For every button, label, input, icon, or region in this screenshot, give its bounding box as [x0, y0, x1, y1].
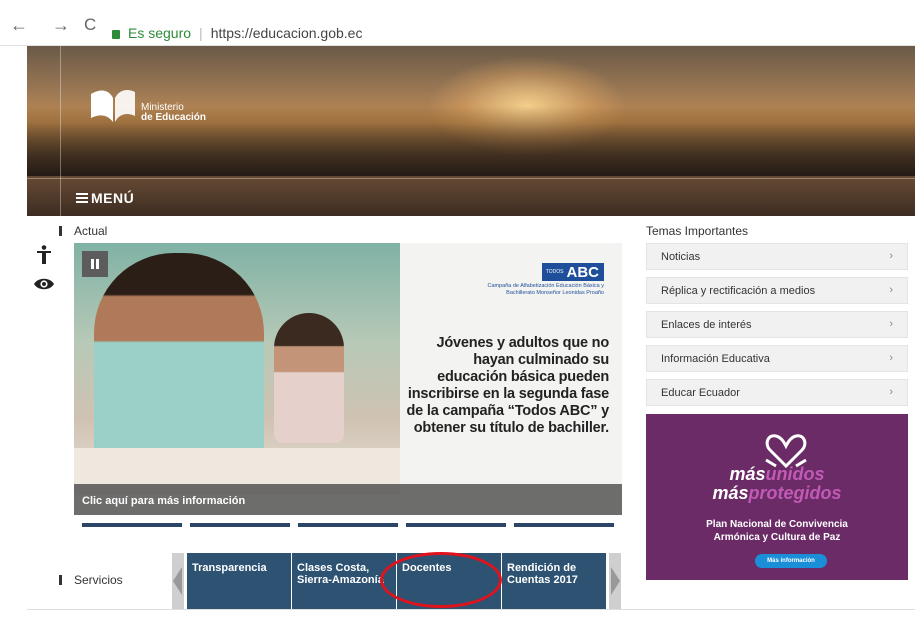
section-title-actual: Actual [74, 224, 108, 238]
abc-badge: TODOS ABC [542, 263, 604, 281]
service-tile-rendicion[interactable]: Rendición de Cuentas 2017 [502, 553, 606, 609]
promo-line-2: másprotegidos [646, 483, 908, 504]
topic-item[interactable]: Enlaces de interés › [646, 311, 908, 338]
chevron-right-icon: › [889, 250, 893, 262]
carousel-indicator[interactable] [514, 523, 614, 527]
chevron-right-icon: › [889, 284, 893, 296]
promo-line-1a: más [729, 464, 766, 484]
lock-icon [112, 30, 120, 39]
highlight-circle [380, 552, 502, 608]
carousel-indicator[interactable] [298, 523, 398, 527]
services-next-button[interactable] [609, 553, 621, 609]
header-banner: Ministerio de Educación MENÚ [27, 46, 915, 216]
abc-badge-small: TODOS [545, 269, 564, 275]
promo-line-3: Plan Nacional de Convivencia [706, 519, 848, 530]
section-marker [59, 575, 62, 585]
topics-list: Noticias › Réplica y rectificación a medi… [646, 243, 908, 413]
banner-horizontal-line [27, 178, 915, 179]
carousel-indicator[interactable] [190, 523, 290, 527]
menu-button[interactable]: MENÚ [76, 190, 134, 206]
topic-label: Réplica y rectificación a medios [661, 285, 816, 297]
promo-line-2a: más [712, 483, 749, 503]
promo-line-1: másunidos [646, 464, 908, 485]
chevron-right-icon: › [889, 318, 893, 330]
promo-line-2b: protegidos [748, 483, 842, 503]
carousel-indicator[interactable] [82, 523, 182, 527]
abc-badge-text: ABC [566, 264, 600, 281]
services-prev-button[interactable] [172, 553, 184, 609]
campaign-line-1: Campaña de Alfabetización Educación Bási… [487, 283, 605, 289]
chevron-right-icon: › [889, 386, 893, 398]
promo-description: Plan Nacional de Convivencia Armónica y … [646, 518, 908, 544]
carousel-indicator[interactable] [406, 523, 506, 527]
carousel-indicators [82, 523, 614, 528]
topic-item[interactable]: Réplica y rectificación a medios › [646, 277, 908, 304]
topic-label: Información Educativa [661, 353, 770, 365]
secure-label: Es seguro [128, 25, 192, 41]
logo-line-2: de Educación [141, 112, 207, 123]
slide-photo [74, 243, 400, 495]
pause-icon[interactable] [82, 251, 108, 277]
promo-line-4: Armónica y Cultura de Paz [713, 532, 841, 543]
banner-vertical-line [60, 46, 61, 216]
campaign-subtitle: Campaña de Alfabetización Educación Bási… [474, 283, 605, 297]
topic-item[interactable]: Noticias › [646, 243, 908, 270]
url-text: https://educacion.gob.ec [210, 25, 363, 41]
slide-headline: Jóvenes y adultos que no hayan culminado… [406, 335, 610, 436]
promo-banner[interactable]: másunidos másprotegidos Plan Nacional de… [646, 414, 908, 580]
section-marker [59, 226, 62, 236]
slide-caption-link[interactable]: Clic aquí para más información [74, 484, 622, 515]
page-bottom-divider [27, 609, 915, 610]
topic-label: Enlaces de interés [661, 319, 752, 331]
service-tile-transparencia[interactable]: Transparencia [187, 553, 291, 609]
topic-label: Educar Ecuador [661, 387, 740, 399]
ministry-logo[interactable]: Ministerio de Educación [89, 88, 219, 128]
accessibility-icon[interactable] [36, 245, 52, 265]
menu-label: MENÚ [91, 190, 135, 206]
section-title-temas: Temas Importantes [646, 224, 749, 238]
promo-line-1b: unidos [765, 464, 825, 484]
chevron-right-icon: › [889, 352, 893, 364]
reload-button[interactable]: C [84, 16, 96, 34]
campaign-line-2: Bachillerato Monseñor Leonidas Proaño [506, 290, 604, 296]
browser-toolbar: ← → C Es seguro | https://educacion.gob.ec [0, 0, 915, 46]
topic-label: Noticias [661, 251, 701, 263]
section-title-servicios: Servicios [74, 573, 123, 587]
forward-button[interactable]: → [52, 16, 70, 34]
address-bar[interactable]: Es seguro | https://educacion.gob.ec [112, 21, 912, 45]
topic-item[interactable]: Educar Ecuador › [646, 379, 908, 406]
photo-student-back [274, 313, 344, 443]
eye-icon[interactable] [33, 277, 55, 291]
carousel-slide[interactable]: TODOS ABC Campaña de Alfabetización Educa… [74, 243, 622, 515]
hamburger-icon [76, 193, 88, 203]
address-separator: | [199, 25, 203, 41]
topic-item[interactable]: Información Educativa › [646, 345, 908, 372]
promo-more-button[interactable]: Más información [755, 554, 827, 568]
book-logo-icon [91, 90, 135, 122]
back-button[interactable]: ← [10, 16, 28, 34]
